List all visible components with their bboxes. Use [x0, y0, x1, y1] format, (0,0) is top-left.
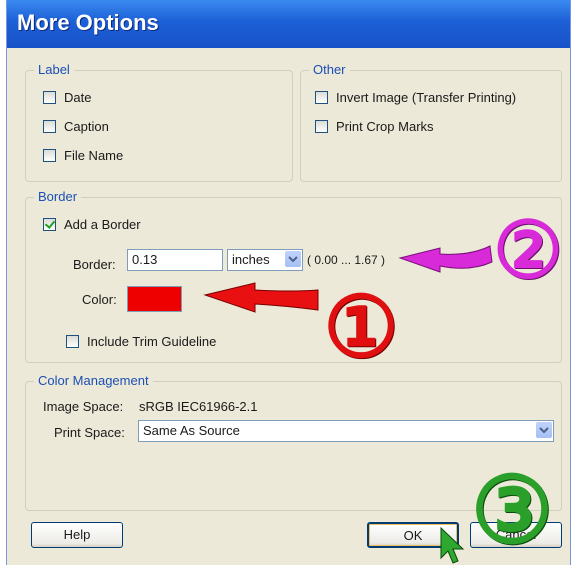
image-space-value: sRGB IEC61966-2.1: [139, 399, 258, 414]
chevron-down-icon[interactable]: [285, 251, 301, 267]
caption-checkbox[interactable]: Caption: [43, 119, 109, 134]
color-management-legend: Color Management: [34, 373, 153, 388]
border-width-value: 0.13: [132, 252, 158, 267]
file-name-checkbox-label: File Name: [64, 148, 124, 163]
invert-image-checkbox-label: Invert Image (Transfer Printing): [336, 90, 517, 105]
other-group-legend: Other: [309, 62, 350, 77]
invert-image-checkbox-box[interactable]: [315, 91, 328, 104]
border-unit-select[interactable]: inches: [227, 249, 303, 271]
border-unit-value: inches: [232, 252, 270, 267]
annotation-one-text: ①: [323, 277, 399, 376]
add-border-checkbox[interactable]: Add a Border: [43, 217, 141, 232]
chevron-down-icon[interactable]: [536, 422, 552, 438]
date-checkbox-box[interactable]: [43, 91, 56, 104]
border-group: Border Add a Border Border: 0.13 inches …: [25, 189, 562, 363]
border-range-label: ( 0.00 ... 1.67 ): [307, 253, 386, 267]
ok-button-label: OK: [403, 528, 423, 543]
title-bar: More Options: [7, 0, 570, 48]
add-border-checkbox-box[interactable]: [43, 218, 56, 231]
border-group-legend: Border: [34, 189, 82, 204]
help-button[interactable]: Help: [31, 522, 123, 548]
include-trim-guideline-label: Include Trim Guideline: [87, 334, 217, 349]
caption-checkbox-box[interactable]: [43, 120, 56, 133]
caption-checkbox-label: Caption: [64, 119, 109, 134]
print-space-value: Same As Source: [143, 423, 240, 438]
print-crop-marks-checkbox-box[interactable]: [315, 120, 328, 133]
annotation-two-text: ②: [493, 205, 563, 296]
ok-button[interactable]: OK: [367, 522, 459, 548]
print-crop-marks-checkbox[interactable]: Print Crop Marks: [315, 119, 434, 134]
help-button-label: Help: [63, 527, 91, 542]
border-width-label: Border:: [73, 257, 116, 272]
label-group: Label Date Caption File Name: [25, 62, 293, 182]
date-checkbox-label: Date: [64, 90, 92, 105]
annotation-three-text: ③: [470, 456, 554, 564]
invert-image-checkbox[interactable]: Invert Image (Transfer Printing): [315, 90, 516, 105]
dialog-title: More Options: [17, 10, 159, 35]
border-width-input[interactable]: 0.13: [127, 249, 223, 271]
date-checkbox[interactable]: Date: [43, 90, 91, 105]
include-trim-guideline-checkbox-box[interactable]: [66, 335, 79, 348]
image-space-label: Image Space:: [43, 399, 124, 414]
border-color-label: Color:: [82, 292, 117, 307]
file-name-checkbox-box[interactable]: [43, 149, 56, 162]
file-name-checkbox[interactable]: File Name: [43, 148, 123, 163]
annotation-circle-three: ③: [462, 460, 562, 560]
border-color-swatch[interactable]: [127, 286, 182, 312]
print-space-select[interactable]: Same As Source: [138, 420, 554, 442]
add-border-checkbox-label: Add a Border: [64, 217, 141, 232]
annotation-circle-two: ②: [487, 210, 569, 292]
print-crop-marks-checkbox-label: Print Crop Marks: [336, 119, 434, 134]
include-trim-guideline-checkbox[interactable]: Include Trim Guideline: [66, 334, 216, 349]
label-group-legend: Label: [34, 62, 74, 77]
other-group: Other Invert Image (Transfer Printing) P…: [300, 62, 562, 182]
print-space-label: Print Space:: [54, 425, 125, 440]
annotation-circle-one: ①: [316, 282, 406, 372]
